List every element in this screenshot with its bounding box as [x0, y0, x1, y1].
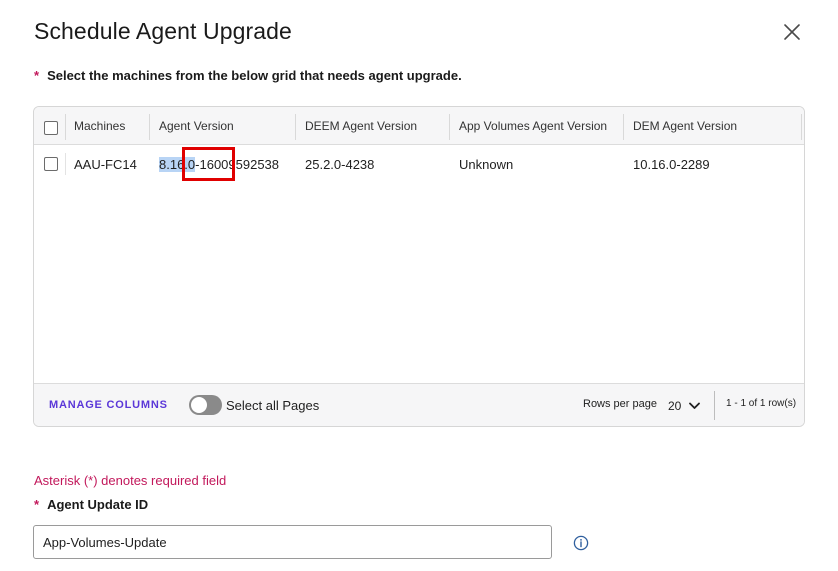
- cell-machine: AAU-FC14: [74, 156, 137, 172]
- table-row[interactable]: AAU-FC14 8.16.0 -16009592538 25.2.0-4238 …: [34, 145, 804, 183]
- footer-divider: [714, 391, 715, 420]
- column-header-machines[interactable]: Machines: [74, 107, 125, 145]
- row-checkbox[interactable]: [44, 157, 58, 171]
- column-divider: [295, 114, 296, 140]
- dialog-title: Schedule Agent Upgrade: [34, 18, 292, 44]
- agent-version-suffix: -16009592538: [195, 156, 280, 172]
- selected-text: 8.16.0: [159, 156, 196, 172]
- required-marker: *: [34, 68, 40, 83]
- toggle-knob: [191, 397, 207, 413]
- column-divider: [65, 114, 66, 140]
- cell-deem-agent-version: 25.2.0-4238: [305, 156, 375, 172]
- manage-columns-button[interactable]: MANAGE COLUMNS: [49, 399, 168, 411]
- column-divider: [623, 114, 624, 140]
- instruction-text: Select the machines from the below grid …: [47, 68, 462, 83]
- rows-per-page-label: Rows per page: [583, 398, 657, 410]
- select-all-checkbox[interactable]: [44, 121, 58, 135]
- column-divider: [801, 114, 802, 140]
- column-divider: [449, 114, 450, 140]
- machines-grid: Machines Agent Version DEEM Agent Versio…: [33, 106, 805, 427]
- cell-app-volumes-agent-version: Unknown: [459, 156, 514, 172]
- agent-update-id-label: * Agent Update ID: [34, 497, 148, 512]
- column-header-app-volumes-agent-version[interactable]: App Volumes Agent Version: [459, 107, 607, 145]
- grid-header: Machines Agent Version DEEM Agent Versio…: [34, 107, 804, 145]
- agent-update-id-input[interactable]: [33, 525, 552, 559]
- required-marker: *: [34, 497, 40, 512]
- column-header-agent-version[interactable]: Agent Version: [159, 107, 234, 145]
- grid-instruction: * Select the machines from the below gri…: [34, 68, 462, 83]
- column-divider: [149, 114, 150, 140]
- select-all-pages-label: Select all Pages: [226, 398, 320, 413]
- cell-agent-version: 8.16.0 -16009592538: [159, 145, 279, 183]
- required-field-note: Asterisk (*) denotes required field: [34, 473, 227, 488]
- rows-per-page-select[interactable]: 20: [668, 396, 701, 416]
- close-icon[interactable]: [780, 20, 804, 44]
- agent-update-id-label-text: Agent Update ID: [47, 497, 149, 512]
- column-header-dem-agent-version[interactable]: DEM Agent Version: [633, 107, 737, 145]
- column-header-deem-agent-version[interactable]: DEEM Agent Version: [305, 107, 417, 145]
- row-divider: [65, 153, 66, 175]
- info-icon[interactable]: [573, 535, 589, 551]
- chevron-down-icon: [689, 397, 701, 415]
- pagination-range: 1 - 1 of 1 row(s): [726, 398, 797, 409]
- rows-per-page-value: 20: [668, 399, 682, 413]
- cell-dem-agent-version: 10.16.0-2289: [633, 156, 710, 172]
- grid-footer: MANAGE COLUMNS Select all Pages Rows per…: [34, 383, 804, 426]
- select-all-pages-toggle[interactable]: [189, 395, 222, 415]
